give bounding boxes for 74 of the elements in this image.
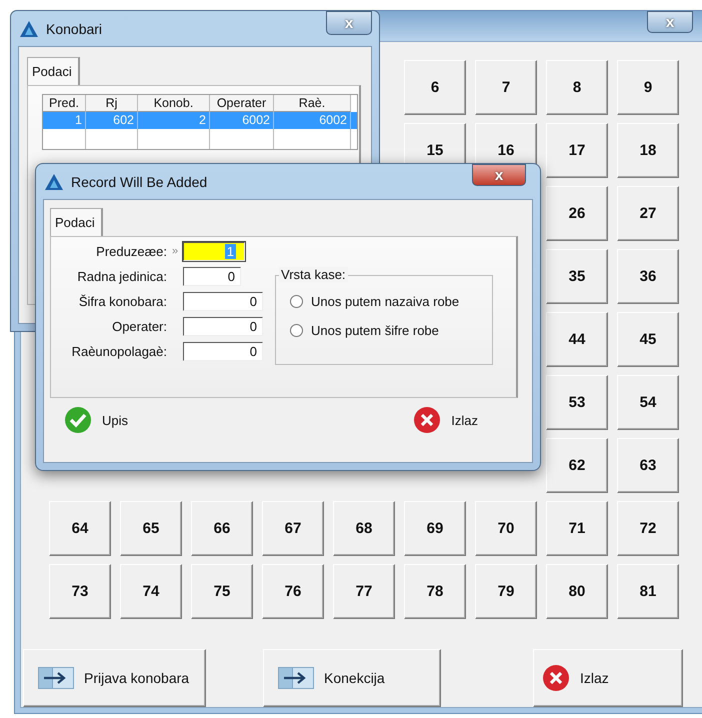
number-button[interactable]: 62 [546, 438, 608, 493]
tab[interactable]: Podaci [27, 57, 80, 85]
number-button[interactable]: 36 [617, 249, 679, 304]
number-button[interactable]: 65 [120, 501, 182, 556]
action-button[interactable]: Konekcija [263, 649, 441, 707]
number-button[interactable]: 78 [404, 564, 466, 619]
number-button[interactable]: 44 [546, 312, 608, 367]
number-button[interactable]: 9 [617, 60, 679, 115]
number-button[interactable]: 69 [404, 501, 466, 556]
table-cell: 602 [86, 112, 138, 129]
number-button[interactable]: 73 [49, 564, 111, 619]
number-button[interactable]: 80 [546, 564, 608, 619]
column-header[interactable]: Rj [86, 95, 138, 112]
number-button[interactable]: 17 [546, 123, 608, 178]
number-button[interactable]: 7 [475, 60, 537, 115]
checkmark-icon [64, 406, 92, 434]
number-button[interactable]: 75 [191, 564, 253, 619]
radio-option[interactable]: Unos putem šifre robe [290, 323, 492, 338]
number-button[interactable]: 74 [120, 564, 182, 619]
app-logo-icon [45, 174, 63, 190]
field-label: Radna jedinica: [76, 268, 167, 284]
number-button[interactable]: 81 [617, 564, 679, 619]
table-cell: 6002 [210, 112, 274, 129]
radio-option[interactable]: Unos putem nazaiva robe [290, 294, 492, 309]
number-button[interactable]: 68 [333, 501, 395, 556]
field-label: Šifra konobara: [78, 294, 167, 308]
number-button[interactable]: 6 [404, 60, 466, 115]
number-button[interactable]: 35 [546, 249, 608, 304]
cancel-icon [413, 406, 442, 434]
column-header[interactable]: Konob. [138, 95, 210, 112]
dialog-button[interactable]: Izlaz [413, 406, 478, 434]
column-header[interactable]: Pred. [43, 95, 86, 112]
cancel-icon [542, 664, 570, 692]
input-field[interactable]: 0 [183, 342, 263, 360]
field-label: Raèunopolagaè: [70, 344, 167, 358]
number-button[interactable]: 72 [617, 501, 679, 556]
table-cell: 6002 [274, 112, 351, 129]
action-button[interactable]: Izlaz [533, 649, 683, 707]
number-button[interactable]: 8 [546, 60, 608, 115]
focus-marker: » [170, 245, 180, 257]
column-header[interactable]: Operater [210, 95, 274, 112]
field-label: Operater: [111, 318, 167, 334]
number-button[interactable]: 53 [546, 375, 608, 430]
dialog-title: Record Will Be Added [71, 174, 208, 190]
number-button[interactable]: 26 [546, 186, 608, 241]
tab[interactable]: Podaci [50, 208, 103, 236]
radio-button[interactable] [290, 295, 303, 308]
group-title: Vrsta kase: [279, 267, 348, 282]
input-field[interactable]: 0 [183, 316, 263, 336]
window-title: Konobari [46, 20, 102, 36]
number-button[interactable]: 67 [262, 501, 324, 556]
input-field[interactable]: 0 [183, 292, 263, 310]
number-button[interactable]: 27 [617, 186, 679, 241]
number-button[interactable]: 64 [49, 501, 111, 556]
input-field[interactable]: 0 [183, 266, 241, 286]
table-cell: 2 [138, 112, 210, 129]
table-cell: 1 [43, 112, 86, 129]
number-button[interactable]: 63 [617, 438, 679, 493]
number-button[interactable]: 77 [333, 564, 395, 619]
number-button[interactable]: 79 [475, 564, 537, 619]
field-label: Preduzeæe: [95, 244, 167, 258]
number-button[interactable]: 71 [546, 501, 608, 556]
action-button[interactable]: Prijava konobara [23, 649, 206, 707]
app-logo-icon [20, 20, 38, 36]
number-button[interactable]: 76 [262, 564, 324, 619]
number-button[interactable]: 18 [617, 123, 679, 178]
dialog-button[interactable]: Upis [64, 406, 128, 434]
column-header[interactable]: Raè. [274, 95, 351, 112]
number-button[interactable]: 70 [475, 501, 537, 556]
close-button[interactable]: x [472, 164, 526, 186]
number-button[interactable]: 45 [617, 312, 679, 367]
number-button[interactable]: 54 [617, 375, 679, 430]
number-button[interactable]: 66 [191, 501, 253, 556]
radio-button[interactable] [290, 324, 303, 337]
